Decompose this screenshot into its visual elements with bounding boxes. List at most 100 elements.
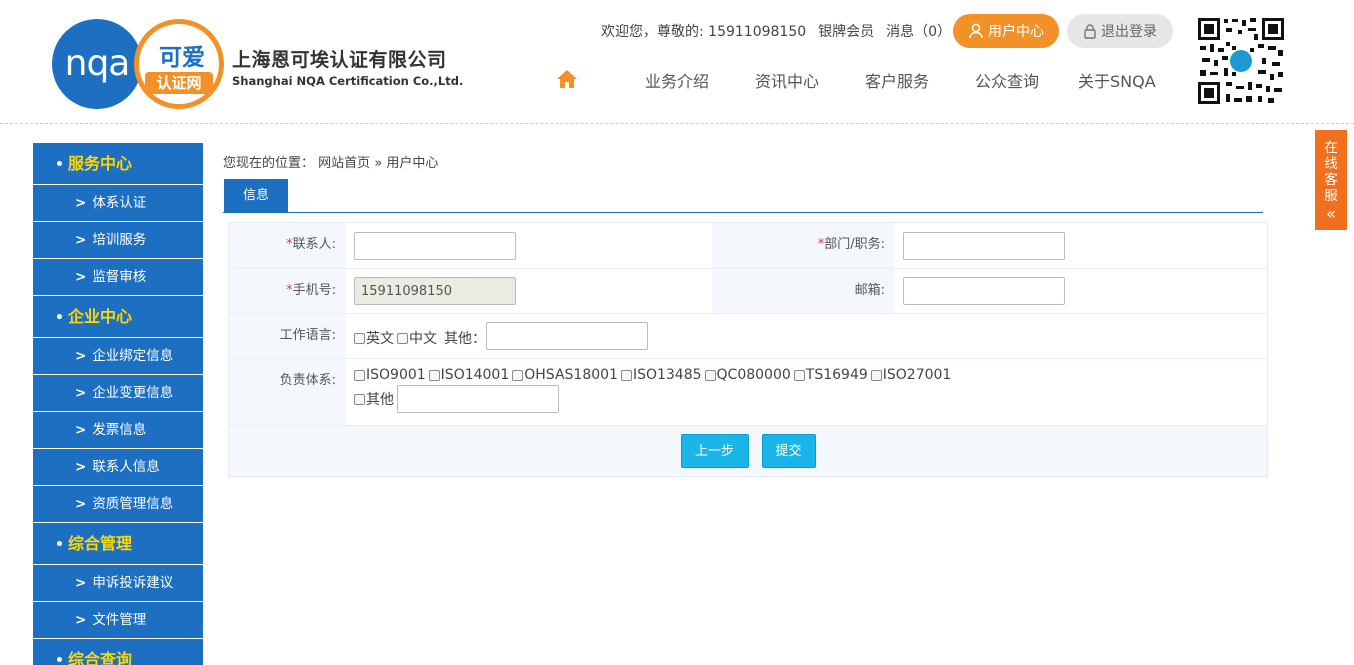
dept-label: *部门/职务: [712, 223, 895, 268]
logo-circle-left: nqa [52, 19, 142, 109]
system-qc080000-checkbox[interactable]: QC080000 [704, 367, 791, 383]
contact-input[interactable] [354, 232, 516, 260]
chevron-right-icon: > [75, 232, 87, 248]
sidebar-section-query: • 综合查询 [33, 639, 203, 665]
sidebar-section-title: 企业中心 [67, 307, 132, 326]
lang-other-label: 其他： [444, 331, 486, 347]
sidebar-item-qualification[interactable]: > 资质管理信息 [33, 486, 203, 523]
email-label: 邮箱: [712, 269, 895, 313]
sidebar-section-title: 综合查询 [67, 650, 132, 665]
info-form: *联系人: *部门/职务: *手机号: 邮箱: 工作语言: 英文 中文 其他： … [228, 222, 1268, 477]
contact-label: *联系人: [229, 223, 346, 268]
tab-info[interactable]: 信息 [224, 179, 288, 212]
site-header: nqa 可爱 认证网 上海恩可埃认证有限公司 Shanghai NQA Cert… [0, 0, 1354, 124]
qr-code [1196, 16, 1286, 106]
sidebar-item-label: 企业变更信息 [92, 385, 174, 401]
breadcrumb-prefix: 您现在的位置： [223, 156, 315, 171]
nav-item-customer-service[interactable]: 客户服务 [865, 68, 929, 92]
chevron-right-icon: > [75, 195, 87, 211]
lang-other-input[interactable] [486, 322, 648, 350]
system-iso13485-checkbox[interactable]: ISO13485 [620, 367, 702, 383]
email-input[interactable] [903, 277, 1065, 305]
chevron-right-icon: > [75, 348, 87, 364]
welcome-text: 欢迎您，尊敬的: 15911098150 [601, 24, 807, 40]
bullet-icon: • [55, 653, 64, 665]
checkbox-box [354, 369, 365, 381]
sidebar-item-invoice[interactable]: > 发票信息 [33, 412, 203, 449]
checkbox-box [620, 369, 632, 381]
sidebar-item-label: 体系认证 [92, 195, 147, 211]
site-logo[interactable]: nqa 可爱 认证网 [52, 19, 224, 109]
logo-circle-right: 可爱 认证网 [134, 19, 224, 109]
sidebar-item-label: 资质管理信息 [92, 496, 174, 512]
chevron-right-icon: > [75, 422, 87, 438]
logout-label: 退出登录 [1101, 24, 1157, 40]
dept-input[interactable] [903, 232, 1065, 260]
system-iso27001-checkbox[interactable]: ISO27001 [870, 367, 951, 383]
phone-label: *手机号: [229, 269, 346, 313]
float-char-2: 线 [1324, 156, 1338, 172]
float-char-4: 服 [1324, 188, 1338, 204]
sidebar-item-system-cert[interactable]: > 体系认证 [33, 185, 203, 222]
lang-english-checkbox[interactable]: 英文 [354, 328, 394, 348]
system-label: 负责体系: [229, 359, 346, 425]
breadcrumb-current: 用户中心 [386, 156, 439, 171]
logout-button[interactable]: 退出登录 [1067, 14, 1173, 48]
sidebar-item-label: 培训服务 [92, 232, 147, 248]
chevron-right-icon: > [75, 496, 87, 512]
sidebar-item-label: 联系人信息 [92, 459, 160, 475]
chevron-right-icon: > [75, 459, 87, 475]
checkbox-box [354, 393, 365, 405]
lang-chinese-checkbox[interactable]: 中文 [397, 328, 437, 348]
sidebar-item-label: 企业绑定信息 [92, 348, 174, 364]
prev-step-button[interactable]: 上一步 [680, 434, 749, 468]
user-center-button[interactable]: 用户中心 [953, 14, 1059, 48]
sidebar-item-complaints[interactable]: > 申诉投诉建议 [33, 565, 203, 602]
checkbox-box [793, 369, 805, 381]
float-char-3: 客 [1324, 172, 1338, 188]
home-icon[interactable] [555, 68, 579, 94]
system-other-input[interactable] [397, 385, 559, 413]
sidebar-item-files[interactable]: > 文件管理 [33, 602, 203, 639]
nav-item-news[interactable]: 资讯中心 [755, 68, 819, 92]
nav-item-public-query[interactable]: 公众查询 [975, 68, 1039, 92]
sidebar-item-training[interactable]: > 培训服务 [33, 222, 203, 259]
company-name-cn: 上海恩可埃认证有限公司 [232, 49, 447, 71]
system-other-checkbox[interactable]: 其他 [354, 389, 394, 409]
nav-item-about[interactable]: 关于SNQA [1078, 68, 1156, 92]
submit-button[interactable]: 提交 [761, 434, 816, 468]
user-bar: 欢迎您，尊敬的: 15911098150 银牌会员 消息（0） [601, 14, 963, 48]
system-ohsas18001-checkbox[interactable]: OHSAS18001 [512, 367, 618, 383]
company-name-en: Shanghai NQA Certification Co.,Ltd. [232, 74, 464, 88]
sidebar-section-management: • 综合管理 [33, 523, 203, 565]
bullet-icon: • [55, 157, 64, 173]
breadcrumb-home[interactable]: 网站首页 [318, 156, 370, 171]
online-service-tab[interactable]: 在 线 客 服 « [1315, 130, 1347, 230]
messages-link[interactable]: 消息（0） [886, 21, 951, 41]
float-char-1: 在 [1324, 140, 1338, 156]
sidebar-item-contacts[interactable]: > 联系人信息 [33, 449, 203, 486]
sidebar-item-binding[interactable]: > 企业绑定信息 [33, 338, 203, 375]
form-actions: 上一步 提交 [229, 426, 1267, 476]
system-iso14001-checkbox[interactable]: ISO14001 [428, 367, 509, 383]
nav-item-business[interactable]: 业务介绍 [645, 68, 709, 92]
sidebar-item-label: 监督审核 [92, 269, 147, 285]
collapse-icon: « [1326, 204, 1336, 223]
language-label: 工作语言: [229, 314, 346, 358]
system-iso9001-checkbox[interactable]: ISO9001 [354, 367, 426, 383]
breadcrumb-separator: » [374, 156, 383, 171]
breadcrumb: 您现在的位置： 网站首页 » 用户中心 [223, 152, 438, 171]
sidebar-item-label: 发票信息 [92, 422, 147, 438]
checkbox-box [512, 369, 524, 381]
logo-text-left: nqa [64, 43, 131, 84]
checkbox-box [870, 369, 882, 381]
system-ts16949-checkbox[interactable]: TS16949 [793, 367, 868, 383]
sidebar-item-change[interactable]: > 企业变更信息 [33, 375, 203, 412]
lock-icon [1084, 24, 1096, 39]
sidebar-item-label: 文件管理 [92, 612, 147, 628]
sidebar-item-surveillance[interactable]: > 监督审核 [33, 259, 203, 296]
checkbox-box [704, 369, 716, 381]
member-level[interactable]: 银牌会员 [818, 21, 874, 41]
phone-input [354, 277, 516, 305]
sidebar-section-enterprise: • 企业中心 [33, 296, 203, 338]
